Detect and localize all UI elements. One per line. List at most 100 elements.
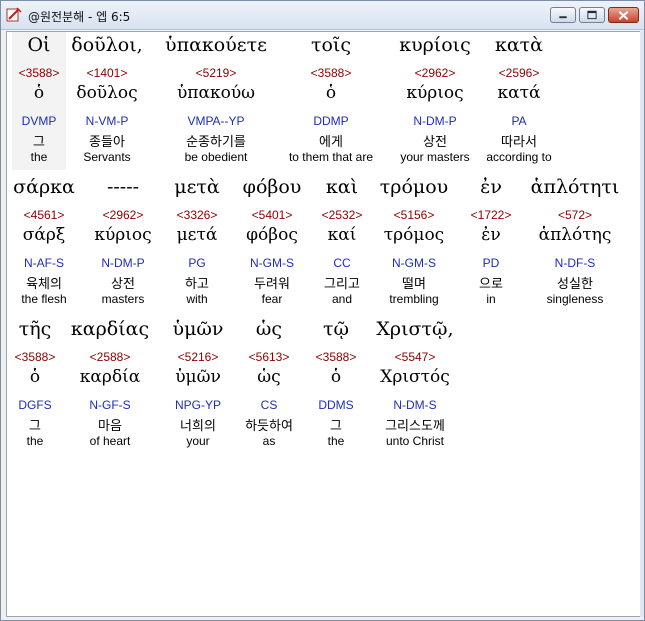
greek-word: ὑμῶν xyxy=(172,318,224,340)
strong-number[interactable]: <4561> xyxy=(10,208,78,222)
lemma: ὁ xyxy=(33,83,45,103)
maximize-button[interactable] xyxy=(579,7,605,23)
korean-gloss: 그리고 xyxy=(324,277,360,292)
strong-number[interactable]: <5401> xyxy=(237,208,307,222)
greek-word: κυρίοις xyxy=(399,34,471,56)
lemma: ὑμῶν xyxy=(175,367,221,387)
korean-gloss: 상전 xyxy=(111,277,135,292)
english-gloss: masters xyxy=(101,292,145,306)
lemma: ὡς xyxy=(257,367,281,387)
greek-word: φόβου xyxy=(242,176,302,198)
word-block[interactable]: δοῦλοι, <1401> δοῦλος N-VM-P 종들아 Servants xyxy=(67,32,147,170)
word-block[interactable]: ὑπακούετε <5219> ὑπακούω VMPA--YP 순종하기를 be ob… xyxy=(157,32,275,170)
lemma: ἁπλότης xyxy=(538,225,612,245)
close-button[interactable] xyxy=(608,7,639,23)
parsing-code: VMPA--YP xyxy=(187,114,245,128)
strong-number[interactable]: <5216> xyxy=(162,350,234,364)
word-block[interactable]: Οἱ <3588> ὁ DVMP 그 the xyxy=(12,32,66,170)
strong-number[interactable]: <2532> xyxy=(315,208,369,222)
greek-word: μετὰ xyxy=(174,176,220,198)
word-block[interactable]: καὶ <2532> καί CC 그리고 and xyxy=(315,174,369,312)
strong-number[interactable]: <3588> xyxy=(10,350,60,364)
parsing-code: DDMS xyxy=(318,398,354,412)
lemma: μετά xyxy=(176,225,218,245)
english-gloss: trembling xyxy=(389,292,439,306)
parsing-code: N-GM-S xyxy=(392,256,436,270)
strong-number[interactable]: <3588> xyxy=(12,66,66,80)
window-right-edge xyxy=(640,31,644,617)
english-gloss: the xyxy=(30,150,48,164)
strong-number[interactable]: <3588> xyxy=(281,66,381,80)
greek-word: ὑπακούετε xyxy=(165,34,267,56)
greek-word: σάρκα xyxy=(13,176,75,198)
parsing-code: CC xyxy=(333,256,351,270)
english-gloss: unto Christ xyxy=(385,434,445,448)
strong-number[interactable]: <2962> xyxy=(387,66,483,80)
lemma: κύριος xyxy=(94,225,152,245)
parsing-code: DDMP xyxy=(313,114,349,128)
word-block[interactable]: τρόμου <5156> τρόμος N-GM-S 떨며 trembling xyxy=(377,174,451,312)
korean-gloss: 에게 xyxy=(319,135,343,150)
parsing-code: PA xyxy=(511,114,527,128)
korean-gloss: 하듯하여 xyxy=(245,419,293,434)
strong-number[interactable]: <1722> xyxy=(465,208,517,222)
korean-gloss: 그리스도께 xyxy=(385,419,445,434)
word-block[interactable]: τῆς <3588> ὁ DGFS 그 the xyxy=(10,316,60,454)
strong-number[interactable]: <5547> xyxy=(367,350,463,364)
greek-word: τοῖς xyxy=(310,34,352,56)
strong-number[interactable]: <3588> xyxy=(310,350,362,364)
strong-number[interactable]: <1401> xyxy=(67,66,147,80)
word-block[interactable]: τοῖς <3588> ὁ DDMP 에게 to them that are xyxy=(281,32,381,170)
word-block[interactable]: ὑμῶν <5216> ὑμῶν NPG-YP 너희의 your xyxy=(162,316,234,454)
english-gloss: fear xyxy=(261,292,283,306)
strong-number[interactable]: <5219> xyxy=(157,66,275,80)
korean-gloss: 그 xyxy=(33,135,45,150)
lemma: Χριστός xyxy=(380,367,450,387)
lemma: κύριος xyxy=(406,83,464,103)
app-window: @원전분해 - 엡 6:5 Οἱ <3588> ὁ DVMP 그 the δοῦλοι, <1… xyxy=(0,0,645,621)
greek-word: τῷ xyxy=(322,318,349,340)
strong-number[interactable]: <5613> xyxy=(239,350,299,364)
parsing-code: N-DF-S xyxy=(554,256,596,270)
word-block[interactable]: κυρίοις <2962> κύριος N-DM-P 상전 your masters xyxy=(387,32,483,170)
title-bar[interactable]: @원전분해 - 엡 6:5 xyxy=(1,1,644,30)
english-gloss: your masters xyxy=(400,150,470,164)
lemma: ὑπακούω xyxy=(176,83,256,103)
minimize-button[interactable] xyxy=(550,7,576,23)
minimize-icon xyxy=(559,16,567,19)
english-gloss: your xyxy=(186,434,210,448)
english-gloss: with xyxy=(186,292,208,306)
word-block[interactable]: καρδίας <2588> καρδία N-GF-S 마음 of heart xyxy=(67,316,153,454)
word-block[interactable]: ἐν <1722> ἐν PD 으로 in xyxy=(465,174,517,312)
english-gloss: and xyxy=(331,292,353,306)
word-block[interactable]: Χριστῷ, <5547> Χριστός N-DM-S 그리스도께 unto Chri… xyxy=(367,316,463,454)
parsing-code: DVMP xyxy=(21,114,57,128)
strong-number[interactable]: <5156> xyxy=(377,208,451,222)
strong-number[interactable]: <3326> xyxy=(167,208,227,222)
korean-gloss: 성실한 xyxy=(557,277,593,292)
korean-gloss: 종들아 xyxy=(89,135,125,150)
lemma: σάρξ xyxy=(22,225,66,245)
strong-number[interactable]: <2596> xyxy=(483,66,555,80)
word-block[interactable]: μετὰ <3326> μετά PG 하고 with xyxy=(167,174,227,312)
english-gloss: singleness xyxy=(546,292,604,306)
strong-number[interactable]: <572> xyxy=(522,208,628,222)
word-block[interactable]: τῷ <3588> ὁ DDMS 그 the xyxy=(310,316,362,454)
english-gloss: the flesh xyxy=(21,292,67,306)
korean-gloss: 너희의 xyxy=(180,419,216,434)
lemma: τρόμος xyxy=(383,225,445,245)
word-block[interactable]: σάρκα <4561> σάρξ N-AF-S 육체의 the flesh xyxy=(10,174,78,312)
lemma: καρδία xyxy=(79,367,141,387)
korean-gloss: 그 xyxy=(330,419,342,434)
word-block[interactable]: φόβου <5401> φόβος N-GM-S 두려워 fear xyxy=(237,174,307,312)
word-block[interactable]: ----- <2962> κύριος N-DM-P 상전 masters xyxy=(93,174,153,312)
korean-gloss: 두려워 xyxy=(254,277,290,292)
strong-number[interactable]: <2588> xyxy=(67,350,153,364)
greek-word: καὶ xyxy=(325,176,359,198)
word-block[interactable]: κατὰ <2596> κατά PA 따라서 according to xyxy=(483,32,555,170)
greek-word: Οἱ xyxy=(27,34,51,56)
parsing-code: N-DM-P xyxy=(413,114,457,128)
word-block[interactable]: ὡς <5613> ὡς CS 하듯하여 as xyxy=(239,316,299,454)
word-block[interactable]: ἁπλότητι <572> ἁπλότης N-DF-S 성실한 singleness xyxy=(522,174,628,312)
strong-number[interactable]: <2962> xyxy=(93,208,153,222)
